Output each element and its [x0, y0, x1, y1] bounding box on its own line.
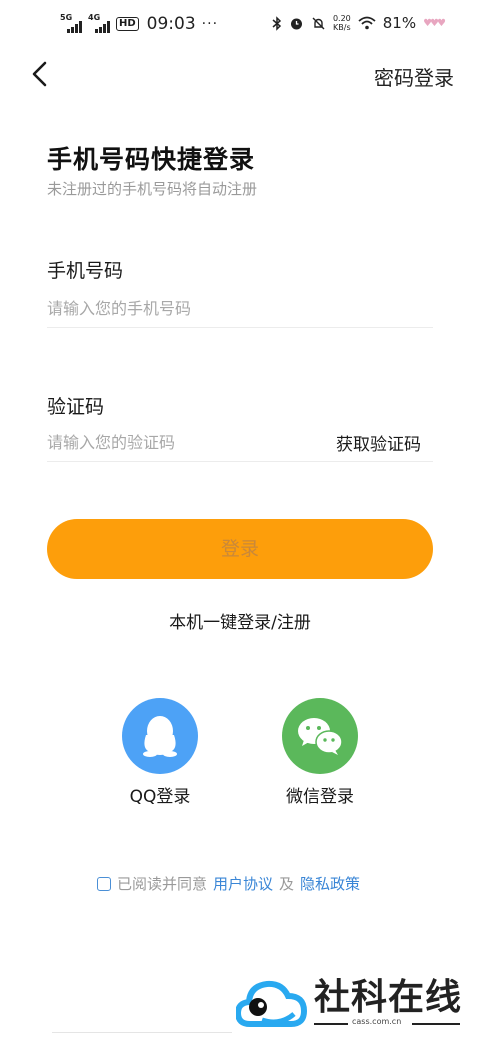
phone-input[interactable]	[47, 290, 307, 326]
more-notifications-icon: ···	[201, 16, 219, 32]
wechat-login-label: 微信登录	[286, 787, 354, 807]
get-code-button[interactable]: 获取验证码	[336, 430, 421, 455]
hearts-icon: ♥♥♥	[423, 17, 446, 29]
login-page: 5G 4G HD 09:03 ··· 0.20 KB/s 81% ♥♥♥ 密码登…	[0, 0, 480, 1040]
net-speed-value: 0.20	[332, 14, 351, 23]
back-arrow-icon[interactable]	[28, 58, 58, 90]
phone-label: 手机号码	[47, 260, 124, 282]
wifi-icon	[358, 16, 376, 30]
bottom-divider	[52, 1032, 232, 1036]
net-speed: 0.20 KB/s	[333, 14, 351, 32]
agreement-checkbox[interactable]	[97, 876, 111, 891]
agreement-row: 已阅读并同意 用户协议 及 隐私政策	[97, 873, 366, 894]
hd-icon: HD	[116, 17, 139, 31]
signal-label: 5G	[60, 13, 73, 22]
qq-icon	[122, 698, 198, 774]
wechat-icon	[282, 698, 358, 774]
page-title: 手机号码快捷登录	[47, 145, 256, 174]
one-click-login-link[interactable]: 本机一键登录/注册	[0, 608, 480, 633]
status-right: 0.20 KB/s 81% ♥♥♥	[272, 14, 446, 32]
agreement-and: 及	[279, 875, 295, 893]
agreement-prefix: 已阅读并同意	[117, 875, 208, 893]
privacy-policy-link[interactable]: 隐私政策	[300, 873, 360, 894]
signal-label: 4G	[88, 13, 101, 22]
watermark-url: cass.com.cn	[352, 1017, 402, 1026]
login-button[interactable]: 登录	[47, 519, 433, 579]
user-agreement-link[interactable]: 用户协议	[213, 873, 273, 894]
watermark-text: 社科在线	[314, 977, 463, 1018]
page-subtitle: 未注册过的手机号码将自动注册	[47, 180, 258, 198]
password-login-link[interactable]: 密码登录	[374, 62, 454, 91]
signal-4g-icon: 4G	[88, 13, 110, 33]
phone-field	[47, 290, 433, 328]
battery-level: 81%	[382, 14, 417, 32]
status-left: 5G 4G HD 09:03 ···	[60, 13, 219, 34]
watermark-logo-icon	[236, 980, 308, 1027]
watermark: 社科在线 cass.com.cn	[236, 968, 466, 1032]
signal-5g-icon: 5G	[60, 13, 82, 33]
code-input[interactable]	[47, 424, 307, 460]
watermark-divider	[314, 1023, 348, 1025]
status-bar: 5G 4G HD 09:03 ··· 0.20 KB/s 81% ♥♥♥	[0, 0, 480, 52]
wechat-login-button[interactable]: 微信登录	[260, 698, 380, 807]
code-field: 获取验证码	[47, 424, 433, 462]
qq-login-button[interactable]: QQ登录	[100, 698, 220, 807]
net-speed-unit: KB/s	[333, 23, 351, 32]
code-label: 验证码	[47, 396, 105, 418]
clock: 09:03	[146, 14, 196, 34]
alarm-icon	[290, 18, 302, 29]
mute-icon	[312, 17, 325, 29]
bluetooth-icon	[272, 15, 282, 31]
qq-login-label: QQ登录	[129, 787, 191, 807]
watermark-divider	[412, 1023, 460, 1025]
